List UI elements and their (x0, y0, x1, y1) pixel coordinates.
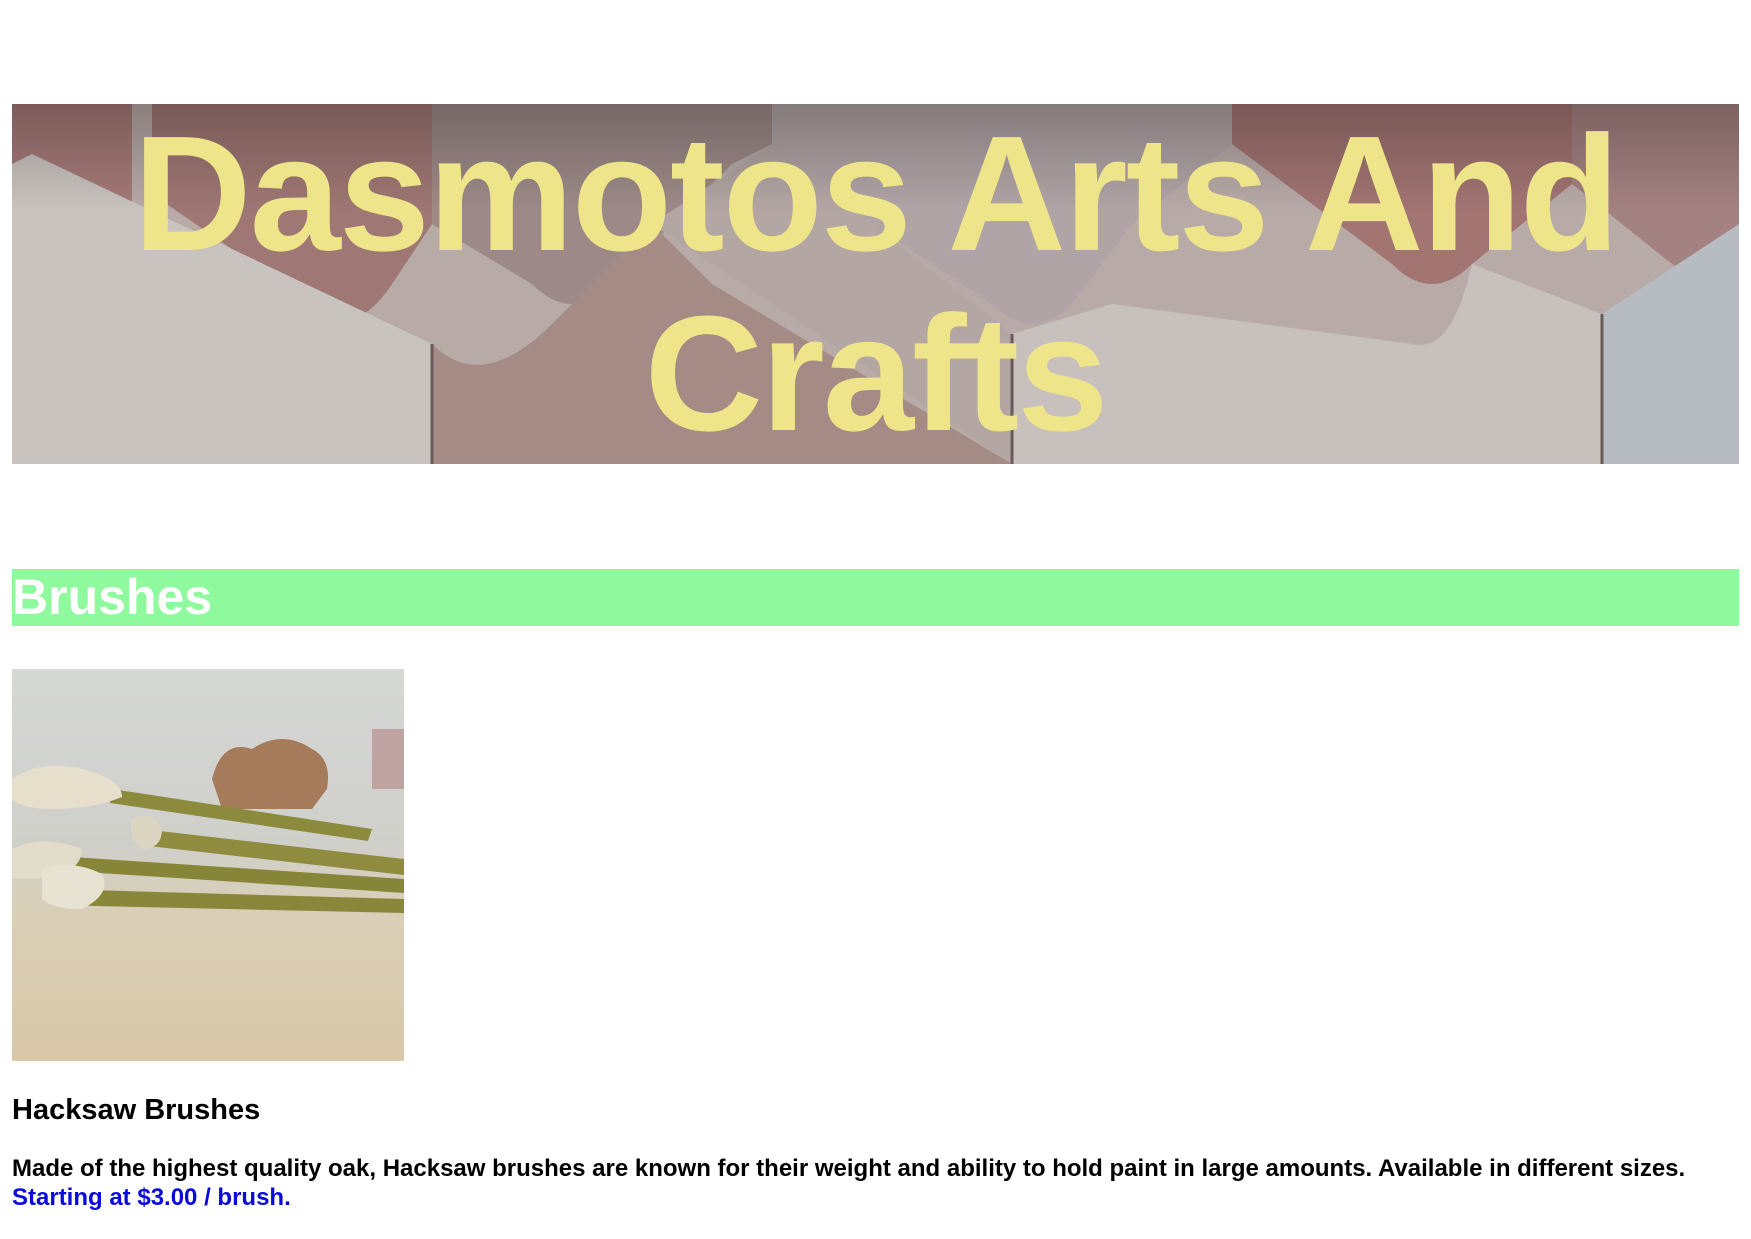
product-description: Made of the highest quality oak, Hacksaw… (12, 1154, 1732, 1212)
product-price: Starting at $3.00 / brush. (12, 1184, 291, 1211)
product-image (12, 669, 404, 1061)
header-banner: Dasmotos Arts And Crafts (12, 104, 1739, 464)
brushes-photo (12, 669, 404, 1061)
site-title: Dasmotos Arts And Crafts (133, 104, 1620, 464)
section-header: Brushes (12, 569, 1739, 626)
section-title: Brushes (12, 569, 213, 625)
product-description-text: Made of the highest quality oak, Hacksaw… (12, 1155, 1686, 1182)
product-name: Hacksaw Brushes (12, 1094, 261, 1126)
